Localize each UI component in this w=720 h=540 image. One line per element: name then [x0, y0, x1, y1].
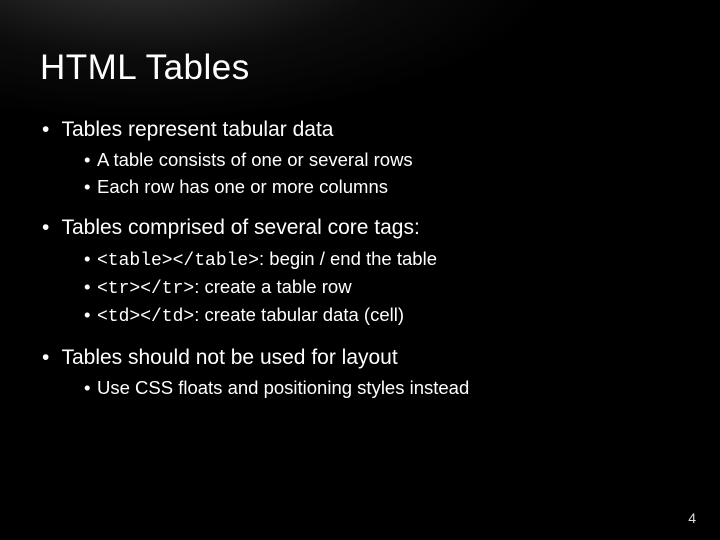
sub-bullet-list: <table></table>: begin / end the table <…	[44, 247, 680, 330]
bullet-item: Tables comprised of several core tags: <…	[44, 214, 680, 329]
slide-title: HTML Tables	[40, 48, 680, 88]
code-text: <tr></tr>	[97, 279, 194, 299]
sub-bullet-text: Use CSS floats and positioning styles in…	[97, 377, 469, 398]
sub-bullet-item: <td></td>: create tabular data (cell)	[84, 303, 680, 329]
sub-bullet-text: : begin / end the table	[259, 248, 437, 269]
bullet-list: Tables represent tabular data A table co…	[40, 116, 680, 401]
bullet-text: Tables comprised of several core tags:	[61, 216, 419, 239]
sub-bullet-item: <tr></tr>: create a table row	[84, 275, 680, 301]
sub-bullet-text: : create tabular data (cell)	[194, 304, 404, 325]
page-number: 4	[688, 510, 696, 526]
sub-bullet-item: Use CSS floats and positioning styles in…	[84, 376, 680, 401]
slide: HTML Tables Tables represent tabular dat…	[0, 0, 720, 540]
sub-bullet-list: A table consists of one or several rows …	[44, 148, 680, 200]
bullet-text: Tables should not be used for layout	[61, 346, 397, 369]
sub-bullet-text: : create a table row	[194, 276, 351, 297]
sub-bullet-text: A table consists of one or several rows	[97, 149, 413, 170]
sub-bullet-item: <table></table>: begin / end the table	[84, 247, 680, 273]
code-text: <table></table>	[97, 251, 259, 271]
bullet-text: Tables represent tabular data	[61, 118, 333, 141]
bullet-item: Tables represent tabular data A table co…	[44, 116, 680, 200]
sub-bullet-item: Each row has one or more columns	[84, 175, 680, 200]
sub-bullet-list: Use CSS floats and positioning styles in…	[44, 376, 680, 401]
bullet-item: Tables should not be used for layout Use…	[44, 344, 680, 401]
sub-bullet-text: Each row has one or more columns	[97, 176, 388, 197]
code-text: <td></td>	[97, 307, 194, 327]
sub-bullet-item: A table consists of one or several rows	[84, 148, 680, 173]
